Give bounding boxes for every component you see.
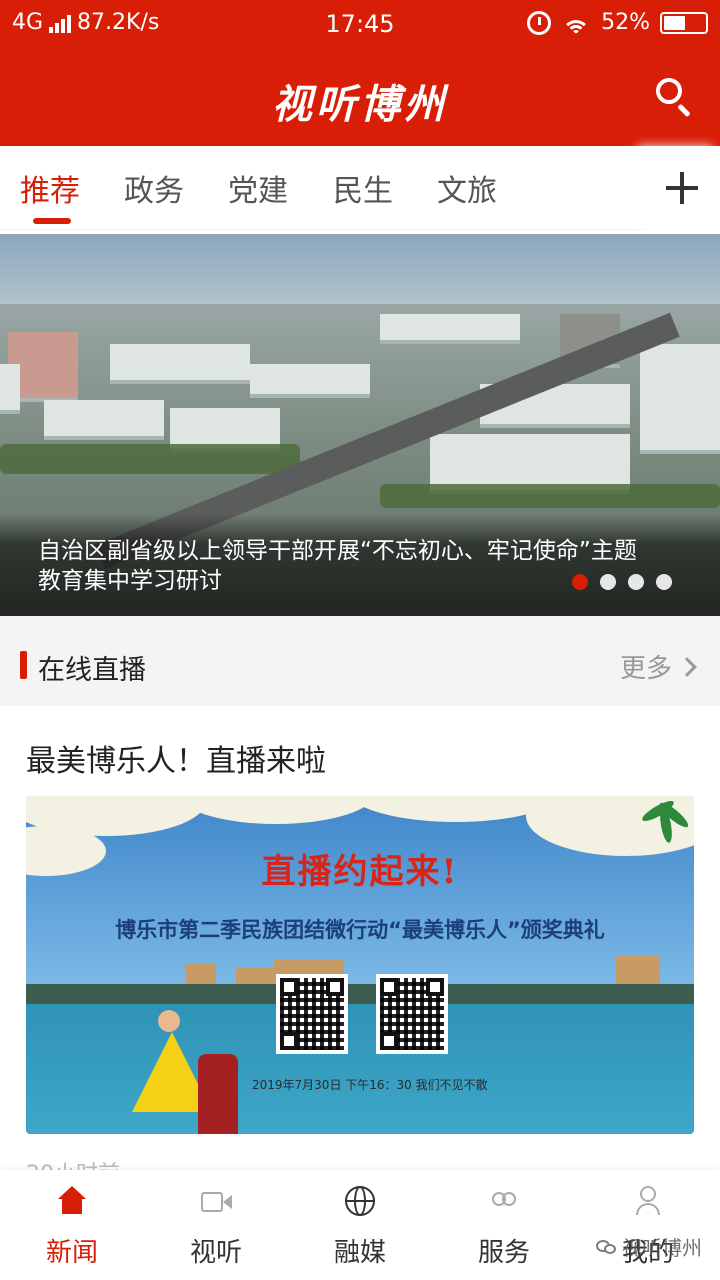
- section-title: 在线直播: [38, 655, 146, 686]
- tab-livelihood[interactable]: 民生: [333, 166, 393, 210]
- nav-label: 视听: [189, 1238, 242, 1268]
- nav-media[interactable]: 融媒: [288, 1170, 432, 1280]
- banner-caption: 自治区副省级以上领导干部开展“不忘初心、牢记使命”主题教育集中学习研讨: [38, 538, 637, 594]
- bottom-nav: 新闻 视听 融媒 服务 我的: [0, 1170, 720, 1280]
- musician-illustration: [198, 1054, 238, 1134]
- section-marker: [20, 651, 27, 679]
- active-tab-indicator: [33, 218, 71, 224]
- heart-icon: [489, 1186, 519, 1216]
- carousel-dot[interactable]: [572, 574, 588, 590]
- poster-subtitle: 博乐市第二季民族团结微行动“最美博乐人”颁奖典礼: [115, 918, 605, 942]
- poster-bridge: [26, 984, 694, 1004]
- article-title[interactable]: 最美博乐人！直播来啦: [26, 736, 326, 780]
- home-icon: [57, 1186, 87, 1216]
- banner-carousel[interactable]: 自治区副省级以上领导干部开展“不忘初心、牢记使命”主题教育集中学习研讨: [0, 234, 720, 616]
- status-bar: 4G 87.2K/s 17:45 52%: [0, 0, 720, 50]
- nav-mine[interactable]: 我的: [576, 1170, 720, 1280]
- nav-video[interactable]: 视听: [144, 1170, 288, 1280]
- more-link[interactable]: 更多: [619, 648, 697, 685]
- app-header: 视听博州: [0, 50, 720, 146]
- qr-code-right: [376, 974, 448, 1054]
- tab-recommend[interactable]: 推荐: [20, 166, 80, 210]
- add-channel-button[interactable]: [646, 146, 720, 230]
- watermark-text: 视听博州: [622, 1236, 702, 1260]
- tab-culture-tourism[interactable]: 文旅: [437, 166, 497, 210]
- battery-icon: [660, 11, 708, 34]
- tab-government[interactable]: 政务: [124, 166, 184, 210]
- video-icon: [201, 1186, 232, 1216]
- user-icon: [633, 1186, 663, 1216]
- status-right: 52%: [527, 10, 708, 35]
- wechat-watermark: 视听博州: [596, 1232, 702, 1261]
- carousel-dot[interactable]: [600, 574, 616, 590]
- nav-label: 新闻: [45, 1238, 98, 1268]
- carousel-dot[interactable]: [656, 574, 672, 590]
- banner-sky: [0, 234, 720, 314]
- poster-headline: 直播约起来!: [261, 852, 459, 892]
- wifi-icon: [561, 12, 591, 34]
- globe-icon: [345, 1186, 375, 1216]
- battery-percent: 52%: [601, 10, 650, 35]
- search-button[interactable]: [654, 76, 694, 118]
- app-title: 视听博州: [272, 81, 448, 128]
- channel-tabs: 推荐 政务 党建 民生 文旅: [0, 146, 720, 230]
- qr-code-left: [276, 974, 348, 1054]
- nav-label: 服务: [477, 1238, 530, 1268]
- chevron-right-icon: [677, 656, 697, 677]
- carousel-dot[interactable]: [628, 574, 644, 590]
- search-icon: [656, 78, 682, 104]
- tab-party[interactable]: 党建: [228, 166, 288, 210]
- more-label: 更多: [619, 654, 672, 684]
- nav-label: 融媒: [333, 1238, 386, 1268]
- nav-news[interactable]: 新闻: [0, 1170, 144, 1280]
- carousel-dots: [572, 574, 672, 590]
- article-poster-image[interactable]: 直播约起来! 博乐市第二季民族团结微行动“最美博乐人”颁奖典礼 2019年7月3…: [26, 796, 694, 1134]
- alarm-icon: [527, 10, 552, 35]
- wechat-icon: [596, 1238, 618, 1256]
- nav-services[interactable]: 服务: [432, 1170, 576, 1280]
- poster-date: 2019年7月30日 下午16：30 我们不见不散: [252, 1078, 488, 1092]
